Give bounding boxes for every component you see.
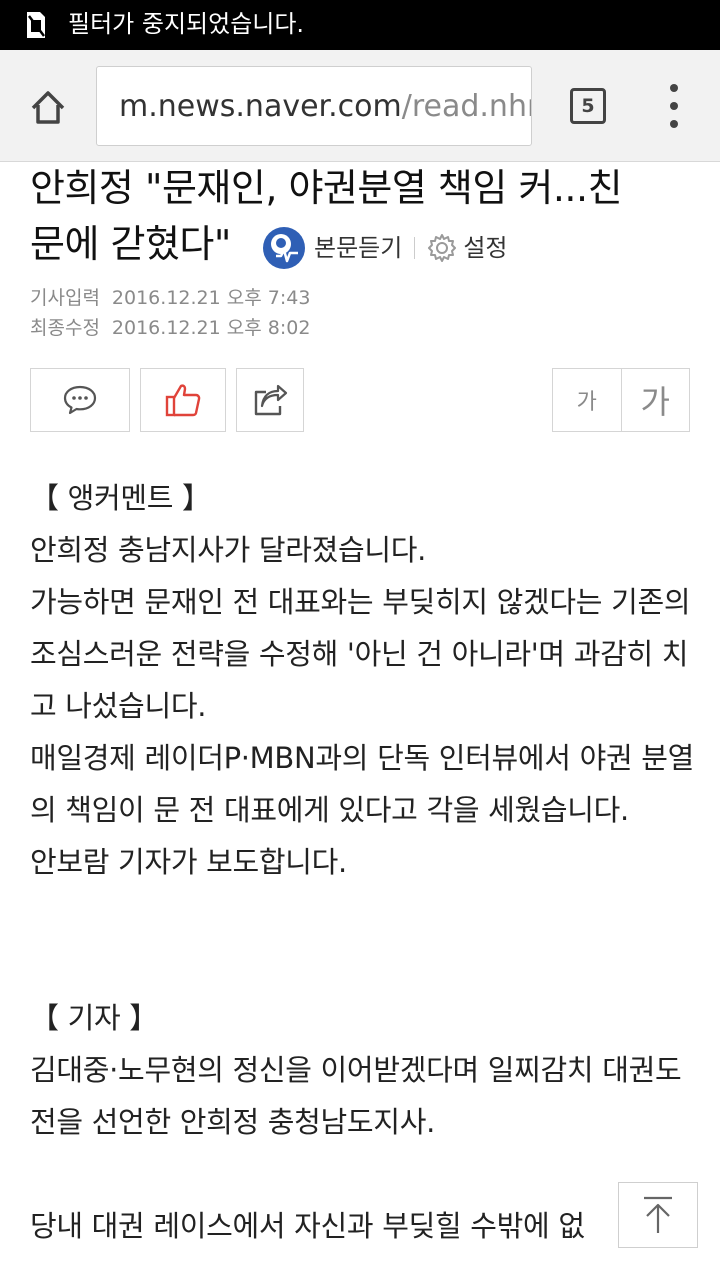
home-button[interactable] xyxy=(24,84,72,132)
tabs-button[interactable]: 5 xyxy=(570,88,606,124)
url-host: m.news.naver.com xyxy=(119,89,402,124)
comment-button[interactable] xyxy=(30,368,130,432)
body-paragraph: 안희정 충남지사가 달라졌습니다. xyxy=(30,533,427,567)
share-button[interactable] xyxy=(236,368,304,432)
gear-icon[interactable] xyxy=(427,233,457,263)
body-paragraph: 【 기자 】 xyxy=(30,1001,158,1035)
menu-dot xyxy=(670,102,678,110)
browser-toolbar: m.news.naver.com/read.nhn 5 xyxy=(0,50,720,162)
body-paragraph: 안보람 기자가 보도합니다. xyxy=(30,845,347,879)
divider xyxy=(414,237,416,259)
menu-dot xyxy=(670,84,678,92)
more-vert-icon[interactable] xyxy=(660,84,688,128)
article-body: 【 앵커멘트 】 안희정 충남지사가 달라졌습니다. 가능하면 문재인 전 대표… xyxy=(30,472,700,1252)
no-sim-icon xyxy=(27,12,45,38)
arrow-up-icon xyxy=(644,1196,672,1233)
listen-button[interactable]: 본문듣기 xyxy=(314,226,402,270)
listen-icon[interactable] xyxy=(262,226,306,270)
settings-button[interactable]: 설정 xyxy=(463,226,507,270)
thumbs-up-icon xyxy=(165,384,201,417)
url-bar[interactable]: m.news.naver.com/read.nhn xyxy=(96,66,532,146)
published-date: 기사입력 2016.12.21 오후 7:43 xyxy=(30,283,630,313)
status-notification-text: 필터가 중지되었습니다. xyxy=(68,10,305,38)
status-bar: 필터가 중지되었습니다. xyxy=(0,0,720,50)
body-paragraph: 김대중·노무현의 정신을 이어받겠다며 일찌감치 대권도전을 선언한 안희정 충… xyxy=(30,1053,682,1139)
body-paragraph: 가능하면 문재인 전 대표와는 부딪히지 않겠다는 기존의 조심스러운 전략을 … xyxy=(30,585,691,723)
body-paragraph: 당내 대권 레이스에서 자신과 부딪힐 수밖에 없 xyxy=(30,1209,585,1243)
body-paragraph: 【 앵커멘트 】 xyxy=(30,481,211,515)
menu-dot xyxy=(670,120,678,128)
modified-date: 최종수정 2016.12.21 오후 8:02 xyxy=(30,313,630,343)
title-tools: 본문듣기 설정 xyxy=(262,226,508,270)
comment-icon xyxy=(63,385,97,415)
url-path: /read.nhn xyxy=(401,89,532,124)
body-paragraph: 매일경제 레이더P·MBN과의 단독 인터뷰에서 야권 분열의 책임이 문 전 … xyxy=(30,741,695,827)
scroll-to-top-button[interactable] xyxy=(618,1182,698,1248)
share-icon xyxy=(254,384,288,416)
article-title-line1: 안희정 "문재인, 야권분열 책임 커...친 xyxy=(30,166,623,210)
modified-label: 최종수정 xyxy=(30,317,100,339)
like-button[interactable] xyxy=(140,368,226,432)
body-spacer xyxy=(30,1148,700,1200)
font-increase-button[interactable]: 가 xyxy=(622,369,690,431)
font-decrease-button[interactable]: 가 xyxy=(553,369,622,431)
body-spacer xyxy=(30,888,700,992)
published-label: 기사입력 xyxy=(30,287,100,309)
font-size-control: 가 가 xyxy=(552,368,690,432)
published-value: 2016.12.21 오후 7:43 xyxy=(111,287,311,309)
home-icon xyxy=(31,91,65,124)
modified-value: 2016.12.21 오후 8:02 xyxy=(111,317,311,339)
